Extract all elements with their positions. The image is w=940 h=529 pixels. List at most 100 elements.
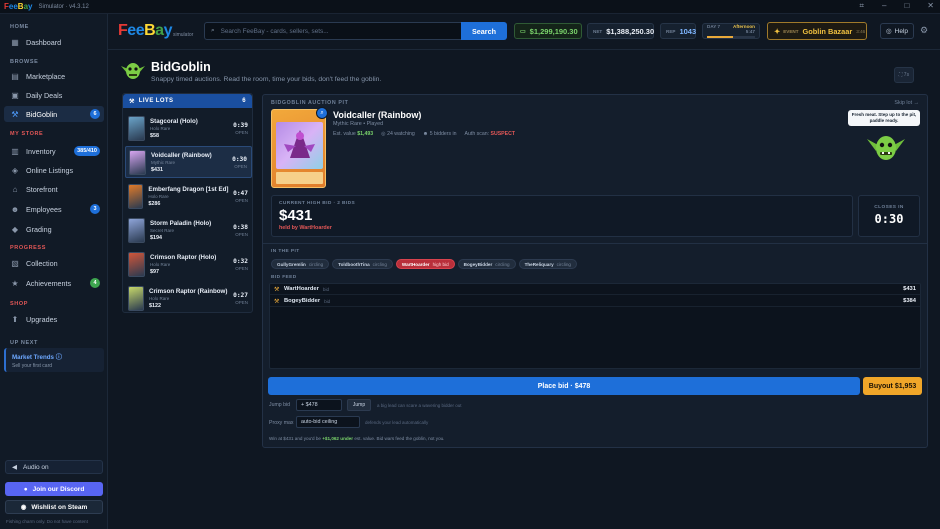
steam-wishlist-button[interactable]: ◉ Wishlist on Steam — [5, 500, 103, 514]
lot-thumbnail — [128, 183, 144, 209]
sidebar-item-inventory[interactable]: ▥ Inventory 385/410 — [4, 143, 104, 159]
sidebar: HOME ▦ Dashboard BROWSE ▤ Marketplace ▣ Dai… — [0, 14, 108, 529]
card-art-image — [276, 122, 323, 169]
feed-amount: $384 — [903, 298, 916, 304]
sidebar-item-employees[interactable]: ☻ Employees 3 — [4, 201, 104, 217]
wallet-icon: ▭ — [520, 28, 526, 35]
lot-row[interactable]: Storm Paladin (Holo) Secret Rare $194 0:38 O… — [125, 214, 252, 246]
bidders-count: 5 bidders in — [429, 131, 457, 137]
lot-row[interactable]: Voidcaller (Rainbow) Mythic Rare $431 0:30 O… — [125, 146, 252, 178]
inventory-badge: 385/410 — [74, 146, 100, 156]
sidebar-footer: Fishing charm only. Do not have content — [6, 519, 88, 524]
discord-button[interactable]: ● Join our Discord — [5, 482, 103, 496]
sidebar-item-online-listings[interactable]: ◈ Online Listings — [4, 162, 104, 178]
zoom-icon[interactable]: ⌕ — [316, 107, 328, 119]
closes-label: CLOSES IN — [874, 205, 904, 210]
lot-row[interactable]: Stagcoral (Holo) Holo Rare $58 0:39 OPEN — [125, 112, 252, 144]
bidder-name: TheReliquary — [524, 261, 554, 267]
proxy-max-input[interactable]: auto-bid ceiling — [296, 416, 360, 428]
up-next-subtitle: Sell your first card — [12, 363, 53, 369]
sidebar-item-daily-deals[interactable]: ▣ Daily Deals — [4, 87, 104, 103]
bidder-chip[interactable]: WartHoarder high bid — [395, 259, 455, 269]
bidder-chip[interactable]: ToldboothTina circling — [332, 259, 393, 269]
lot-row[interactable]: Crimson Raptor (Rainbow) Holo Rare $122 0:2… — [125, 282, 252, 314]
high-bidder: held by WartHoarder — [279, 225, 332, 231]
steam-icon: ◉ — [20, 504, 27, 511]
bidder-chip[interactable]: GullyGremlin circling — [271, 259, 330, 269]
collection-icon: ▧ — [11, 258, 19, 268]
jump-button[interactable]: Jump — [347, 399, 371, 411]
feed-tag: bid — [324, 298, 331, 304]
gavel-icon: ⚒ — [274, 286, 280, 293]
fullscreen-button[interactable]: ⛶ 7s — [894, 67, 914, 83]
minimize-icon[interactable]: – — [882, 1, 886, 11]
dashboard-icon: ▦ — [11, 37, 19, 47]
sidebar-item-achievements[interactable]: ★ Achievements 4 — [4, 275, 104, 291]
app-logo[interactable]: FeeBay — [118, 22, 172, 40]
search-input[interactable]: ⌕ Search FeeBay - cards, sellers, sets... — [204, 22, 462, 40]
bidder-state: circling — [495, 261, 510, 267]
lot-name: Crimson Raptor (Holo) — [150, 253, 217, 261]
est-value: $1,493 — [357, 131, 374, 137]
watching-count: 24 watching — [387, 131, 415, 137]
net-worth: NET $1,388,250.30 — [587, 23, 654, 39]
bidder-name: WartHoarder — [401, 261, 430, 267]
sidebar-item-label: Daily Deals — [26, 90, 63, 100]
sidebar-item-collection[interactable]: ▧ Collection — [4, 255, 104, 271]
skip-lot-link[interactable]: Skip lot → — [894, 100, 919, 106]
sidebar-item-label: Grading — [26, 224, 52, 234]
lot-timer: 0:32 — [233, 257, 248, 265]
lot-status: OPEN — [235, 265, 248, 271]
search-button[interactable]: Search — [461, 22, 507, 40]
in-pit-label: IN THE PIT — [271, 249, 300, 254]
up-next-card[interactable]: Market Trends ⓘ Sell your first card — [4, 348, 104, 372]
trophy-icon: ★ — [11, 278, 19, 288]
lot-price: $431 — [151, 166, 163, 173]
help-button[interactable]: ◎ Help — [880, 23, 914, 39]
lot-price: $97 — [150, 268, 159, 275]
bidder-name: BogeyBidder — [463, 261, 493, 267]
bidder-chip[interactable]: BogeyBidder circling — [457, 259, 516, 269]
section-browse: BROWSE — [10, 59, 39, 65]
box-icon: ▥ — [11, 146, 19, 156]
sidebar-item-upgrades[interactable]: ⬆ Upgrades — [4, 311, 104, 327]
bid-feed[interactable]: ⚒ WartHoarder bid $431 ⚒ BogeyBidder bid $384 — [269, 283, 921, 369]
place-bid-button[interactable]: Place bid · $478 — [268, 377, 860, 395]
close-icon[interactable]: ✕ — [927, 1, 934, 11]
discord-label: Join our Discord — [32, 485, 85, 493]
buyout-button[interactable]: Buyout $1,953 — [863, 377, 922, 395]
card-artwork[interactable] — [271, 109, 326, 188]
card-rarity: Mythic Rare • Played — [333, 121, 384, 127]
up-next-title: Market Trends — [12, 354, 54, 361]
bidder-chips: GullyGremlin circling ToldboothTina circlin… — [271, 259, 577, 269]
event-pill[interactable]: ✦ EVENT Goblin Bazaar 3:46 — [767, 22, 867, 40]
sidebar-item-dashboard[interactable]: ▦ Dashboard — [4, 34, 104, 50]
audio-toggle[interactable]: ◀ Audio on — [5, 460, 103, 474]
speaker-icon: ◀ — [12, 464, 17, 471]
lot-timer: 0:27 — [233, 291, 248, 299]
sidebar-item-grading[interactable]: ◆ Grading — [4, 221, 104, 237]
gear-icon[interactable]: ⚙ — [920, 25, 928, 36]
sidebar-item-marketplace[interactable]: ▤ Marketplace — [4, 68, 104, 84]
reputation: REP 1043 — [660, 23, 696, 39]
pit-header: BIDGOBLIN AUCTION PIT — [271, 100, 349, 106]
search-icon: ⌕ — [211, 27, 215, 34]
title-bar: FeeBay Simulator · v4.3.12 ⌗ – □ ✕ — [0, 0, 940, 14]
lot-thumbnail — [128, 285, 145, 311]
lot-price: $122 — [149, 302, 162, 309]
lot-row[interactable]: Emberfang Dragon [1st Ed] Holo Rare $286 0:… — [125, 180, 252, 212]
lot-row[interactable]: Crimson Raptor (Holo) Holo Rare $97 0:32 OPE… — [125, 248, 252, 280]
event-name: Goblin Bazaar — [802, 26, 853, 36]
live-lots-header: ⚒ LIVE LOTS 6 — [123, 94, 252, 108]
lot-thumbnail — [128, 217, 145, 243]
jump-bid-input[interactable]: + $478 — [296, 399, 342, 411]
pin-icon[interactable]: ⌗ — [859, 1, 864, 11]
sidebar-item-label: Upgrades — [26, 314, 58, 324]
sidebar-item-bidgoblin[interactable]: ⚒ BidGoblin 6 — [4, 106, 104, 122]
bidder-chip[interactable]: TheReliquary circling — [518, 259, 577, 269]
sidebar-item-storefront[interactable]: ⌂ Storefront — [4, 181, 104, 197]
maximize-icon[interactable]: □ — [904, 1, 909, 11]
feed-row: ⚒ WartHoarder bid $431 — [270, 284, 920, 295]
card-name: Voidcaller (Rainbow) — [333, 110, 422, 120]
countdown-timer: 0:30 — [874, 212, 904, 226]
